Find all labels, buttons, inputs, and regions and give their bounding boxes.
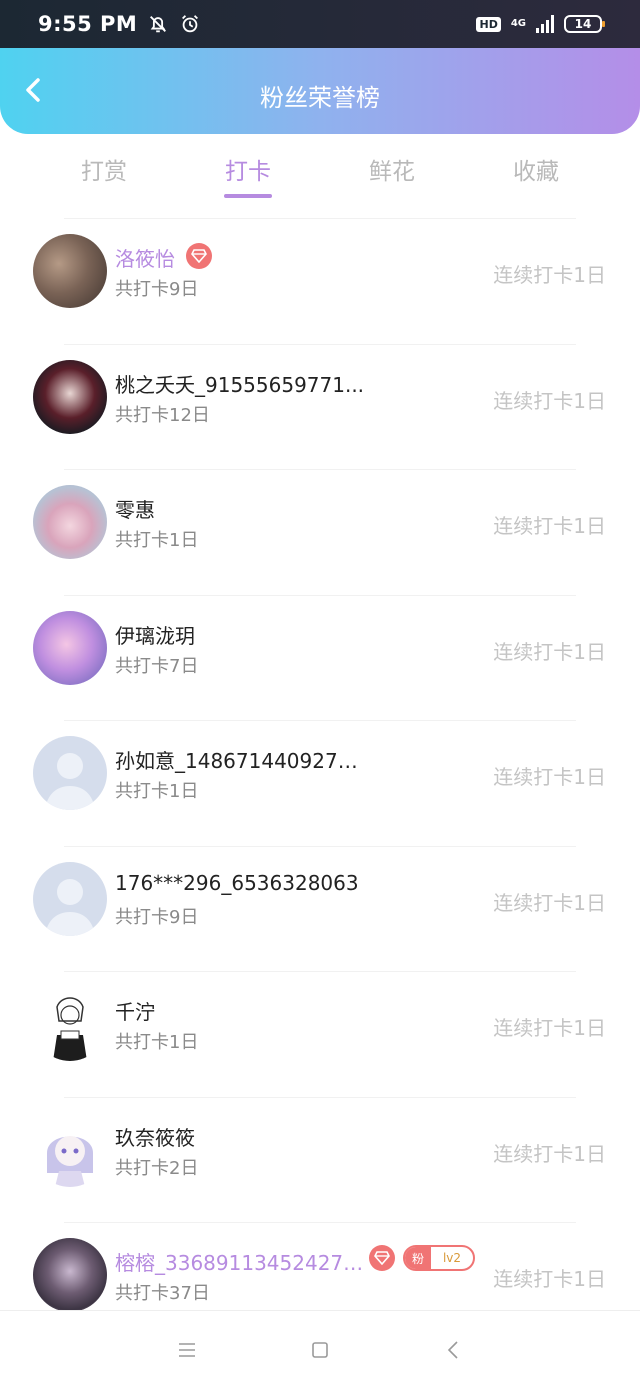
- fan-badge-label: 粉: [405, 1247, 431, 1269]
- user-name: 千泞: [115, 1000, 155, 1024]
- battery-icon: 14: [564, 15, 605, 33]
- streak-text: 连续打卡1日: [493, 1267, 606, 1291]
- streak-text: 连续打卡1日: [493, 263, 606, 287]
- total-checkins: 共打卡2日: [115, 1157, 199, 1179]
- list-item[interactable]: 千泞 共打卡1日 连续打卡1日: [0, 972, 640, 1097]
- diamond-icon: [186, 243, 212, 269]
- avatar[interactable]: [33, 359, 107, 434]
- tab-flowers[interactable]: 鲜花: [352, 152, 432, 186]
- default-avatar-icon[interactable]: [33, 736, 107, 810]
- user-name: 孙如意_1486714409270...: [115, 749, 365, 773]
- system-nav-bar: [0, 1310, 640, 1387]
- streak-text: 连续打卡1日: [493, 1141, 606, 1166]
- streak-text: 连续打卡1日: [493, 388, 606, 413]
- active-tab-indicator: [224, 194, 272, 198]
- total-checkins: 共打卡1日: [115, 530, 199, 551]
- tab-bar: 打赏 打卡 鲜花 收藏: [0, 134, 640, 220]
- fan-badge-level: lv2: [442, 1251, 462, 1265]
- tab-favorites[interactable]: 收藏: [496, 152, 576, 186]
- streak-text: 连续打卡1日: [493, 765, 606, 789]
- list-item[interactable]: 伊璃泷玥 共打卡7日 连续打卡1日: [0, 596, 640, 721]
- signal-icon: [536, 15, 554, 33]
- list-item[interactable]: 176***296_6536328063 共打卡9日 连续打卡1日: [0, 847, 640, 972]
- list-item[interactable]: 洛筱怡 共打卡9日 连续打卡1日: [0, 219, 640, 344]
- home-square-icon[interactable]: [307, 1337, 333, 1363]
- status-bar: 9:55 PM HD 4G 14: [0, 0, 640, 48]
- avatar[interactable]: [33, 1238, 107, 1312]
- fan-level-badge: 粉 lv2: [403, 1245, 475, 1271]
- user-name: 176***296_6536328063: [115, 870, 359, 895]
- list-item[interactable]: 玖奈筱筱 共打卡2日 连续打卡1日: [0, 1098, 640, 1223]
- user-name: 伊璃泷玥: [115, 623, 195, 648]
- total-checkins: 共打卡9日: [115, 279, 199, 300]
- user-name: 玖奈筱筱: [115, 1125, 195, 1150]
- user-name: 榕榕_336891134524278...: [115, 1251, 365, 1275]
- menu-icon[interactable]: [174, 1337, 200, 1363]
- user-name: 桃之夭夭_91555659771...: [115, 372, 365, 397]
- avatar[interactable]: [33, 234, 107, 308]
- total-checkins: 共打卡1日: [115, 781, 199, 802]
- user-name: 洛筱怡: [115, 247, 175, 271]
- hd-badge: HD: [476, 16, 501, 32]
- app-header: 粉丝荣誉榜: [0, 48, 640, 134]
- total-checkins: 共打卡9日: [115, 906, 199, 928]
- diamond-icon: [369, 1245, 395, 1271]
- alarm-icon: [182, 15, 199, 33]
- avatar[interactable]: [33, 485, 107, 559]
- back-triangle-icon[interactable]: [441, 1337, 467, 1363]
- battery-level: 14: [574, 17, 592, 31]
- status-time: 9:55 PM: [38, 12, 138, 36]
- network-type: 4G: [510, 18, 526, 29]
- page-title: 粉丝荣誉榜: [260, 84, 380, 112]
- default-avatar-icon[interactable]: [33, 861, 107, 936]
- user-name: 零惠: [115, 498, 155, 522]
- streak-text: 连续打卡1日: [493, 514, 606, 538]
- streak-text: 连续打卡1日: [493, 1016, 606, 1040]
- tab-checkin[interactable]: 打卡: [208, 152, 288, 186]
- total-checkins: 共打卡12日: [115, 404, 210, 426]
- list-item[interactable]: 桃之夭夭_91555659771... 共打卡12日 连续打卡1日: [0, 345, 640, 470]
- fan-list: 洛筱怡 共打卡9日 连续打卡1日 桃之夭夭_91555659771... 共打卡…: [0, 218, 640, 1348]
- list-item[interactable]: 孙如意_1486714409270... 共打卡1日 连续打卡1日: [0, 721, 640, 846]
- total-checkins: 共打卡1日: [115, 1032, 199, 1053]
- list-item[interactable]: 零惠 共打卡1日 连续打卡1日: [0, 470, 640, 595]
- avatar[interactable]: [33, 987, 107, 1061]
- avatar[interactable]: [33, 610, 107, 685]
- avatar[interactable]: [33, 1112, 107, 1187]
- total-checkins: 共打卡7日: [115, 655, 199, 677]
- tab-reward[interactable]: 打赏: [64, 152, 144, 186]
- bell-off-icon: [150, 16, 167, 33]
- streak-text: 连续打卡1日: [493, 639, 606, 664]
- streak-text: 连续打卡1日: [493, 890, 606, 915]
- total-checkins: 共打卡37日: [115, 1283, 210, 1304]
